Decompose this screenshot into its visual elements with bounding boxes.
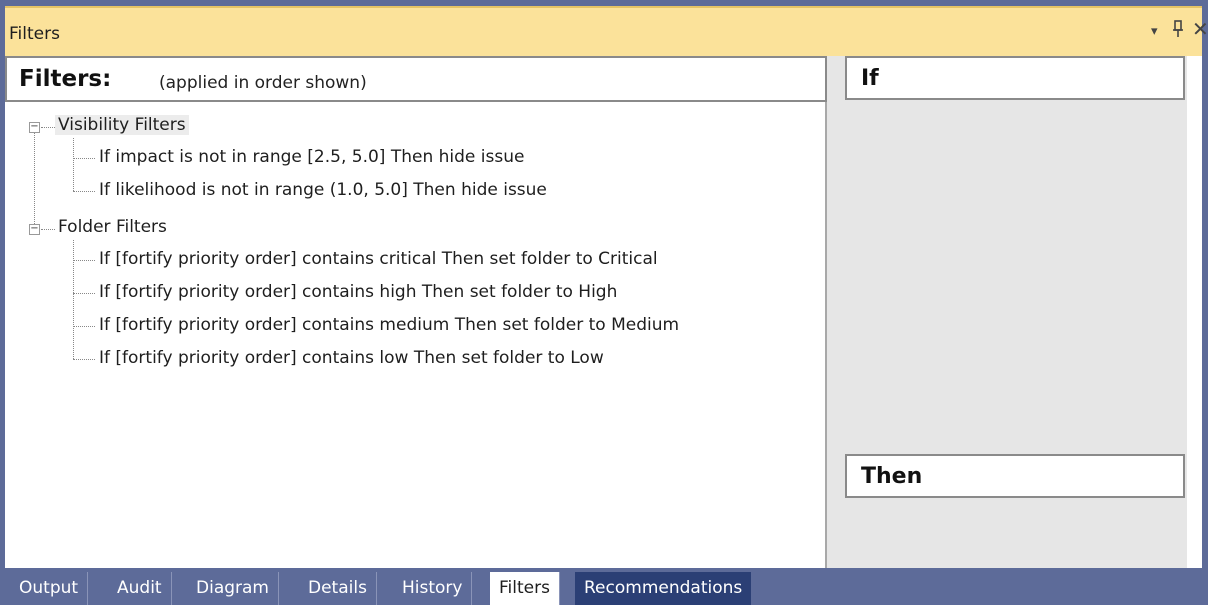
tree-connector: [73, 138, 74, 191]
tree-connector: [34, 130, 35, 230]
tree-connector: [73, 191, 95, 192]
tree-node-filter[interactable]: If impact is not in range [2.5, 5.0] The…: [99, 147, 524, 167]
tab-output[interactable]: Output: [10, 572, 89, 605]
rule-detail-panel: If Then: [827, 56, 1202, 568]
tab-details[interactable]: Details: [299, 572, 377, 605]
tree-connector: [73, 293, 95, 294]
filters-header: Filters: (applied in order shown): [5, 56, 827, 102]
tree-node-visibility-filters[interactable]: Visibility Filters: [55, 115, 189, 135]
tree-node-filter[interactable]: If [fortify priority order] contains med…: [99, 315, 679, 335]
filter-tree[interactable]: − Visibility Filters If impact is not in…: [5, 102, 825, 568]
tree-connector: [41, 229, 55, 230]
tree-node-filter[interactable]: If [fortify priority order] contains cri…: [99, 249, 658, 269]
tree-node-folder-filters[interactable]: Folder Filters: [58, 217, 167, 237]
close-icon[interactable]: ✕: [1192, 19, 1208, 39]
then-label: Then: [861, 464, 923, 489]
tab-recommendations[interactable]: Recommendations: [575, 572, 752, 605]
if-section-header: If: [845, 56, 1185, 100]
scroll-strip: [1187, 56, 1202, 568]
filters-heading: Filters:: [19, 66, 112, 92]
tab-bar: Output Audit Diagram Details History Fil…: [0, 568, 1208, 605]
window-title: Filters: [9, 24, 60, 44]
dropdown-icon[interactable]: ▾: [1151, 23, 1158, 41]
filters-subheading: (applied in order shown): [159, 73, 367, 93]
tree-connector: [73, 326, 95, 327]
tab-audit[interactable]: Audit: [108, 572, 172, 605]
pin-icon[interactable]: [1172, 20, 1184, 42]
tab-diagram[interactable]: Diagram: [187, 572, 279, 605]
tree-connector: [41, 127, 55, 128]
tree-node-filter[interactable]: If likelihood is not in range (1.0, 5.0]…: [99, 180, 547, 200]
filters-panel: Filters: (applied in order shown) − Visi…: [5, 56, 827, 568]
tree-connector: [73, 240, 74, 359]
collapse-icon[interactable]: −: [29, 224, 40, 235]
if-label: If: [861, 66, 879, 91]
tree-connector: [73, 359, 95, 360]
tree-connector: [73, 260, 95, 261]
pin-icon-shape: [1173, 20, 1183, 37]
tree-connector: [73, 158, 95, 159]
tool-window-titlebar[interactable]: Filters ▾ ✕: [5, 6, 1208, 56]
tree-node-filter[interactable]: If [fortify priority order] contains hig…: [99, 282, 617, 302]
collapse-icon[interactable]: −: [29, 122, 40, 133]
tab-history[interactable]: History: [393, 572, 473, 605]
filters-content: Filters: (applied in order shown) − Visi…: [5, 56, 1202, 568]
then-section-header: Then: [845, 454, 1185, 498]
tree-node-filter[interactable]: If [fortify priority order] contains low…: [99, 348, 604, 368]
tab-filters[interactable]: Filters: [490, 572, 560, 605]
